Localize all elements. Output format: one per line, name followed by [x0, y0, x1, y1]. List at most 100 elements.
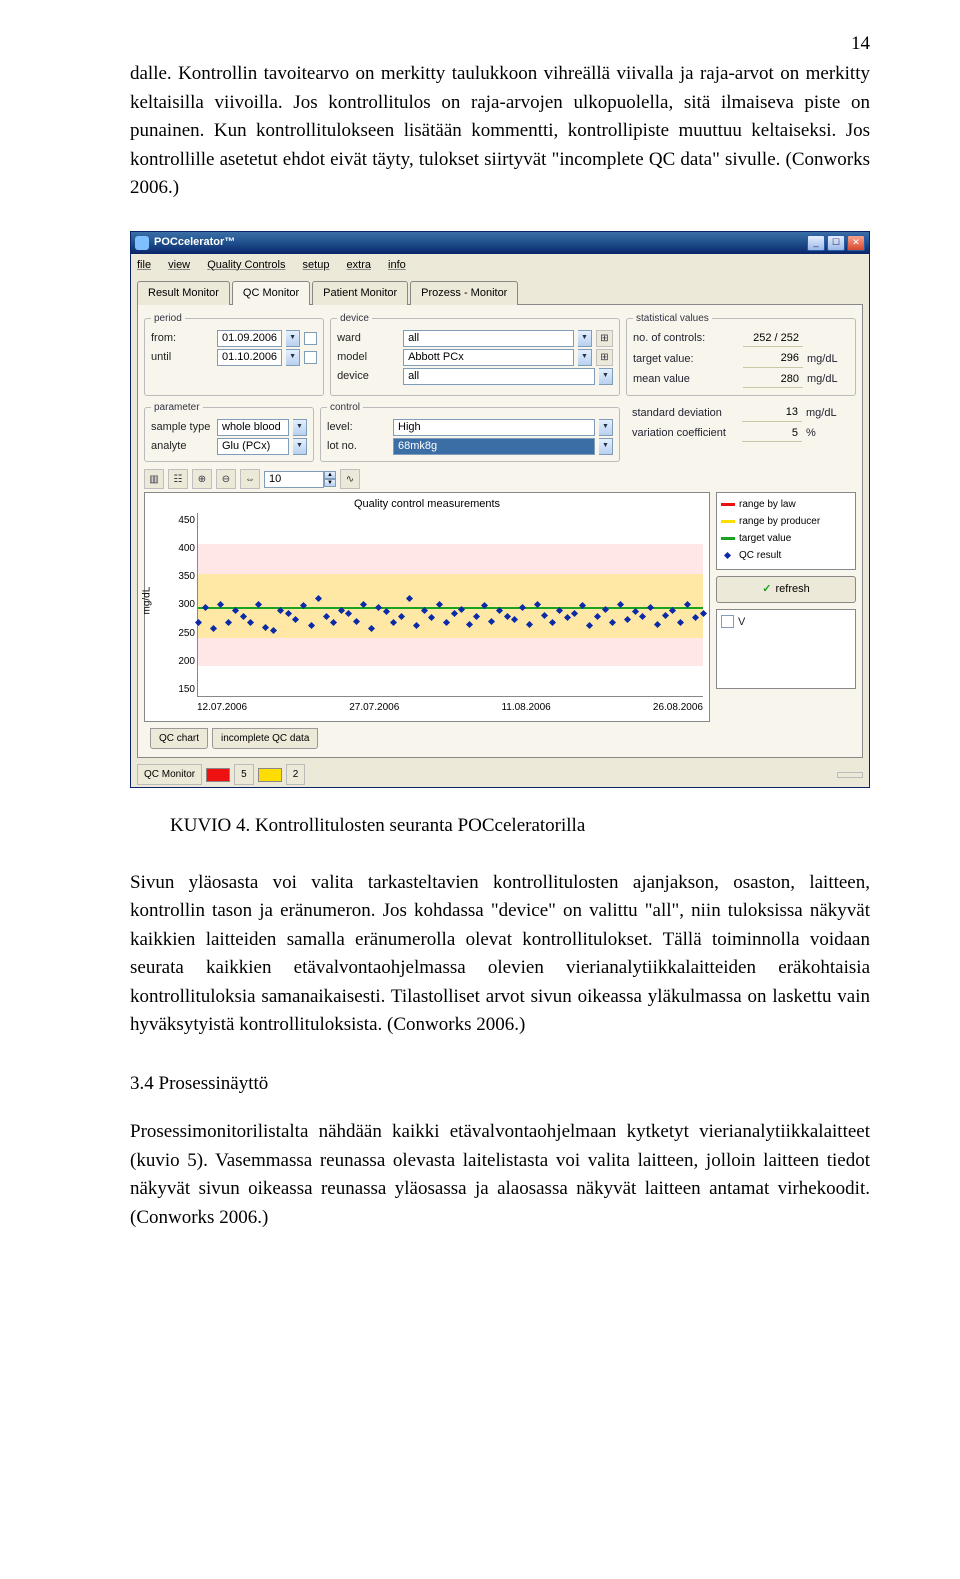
y-axis-label: mg/dL [140, 587, 155, 615]
device-dropdown-icon[interactable]: ▼ [599, 368, 613, 385]
sample-dropdown-icon[interactable]: ▼ [293, 419, 307, 436]
spinner-down-icon[interactable]: ▼ [324, 479, 336, 487]
sd-label: standard deviation [632, 405, 742, 422]
status-label: QC Monitor [137, 764, 202, 785]
sample-select[interactable]: whole blood [217, 419, 289, 436]
sd-unit: mg/dL [806, 405, 837, 422]
ward-label: ward [337, 330, 399, 347]
legend-swatch-law [721, 503, 735, 506]
device-label: device [337, 368, 399, 385]
device-select[interactable]: all [403, 368, 595, 385]
until-input[interactable]: 01.10.2006 [217, 349, 282, 366]
checkmark-icon: ✓ [762, 581, 771, 598]
cv-unit: % [806, 425, 816, 442]
status-red-count: 5 [234, 764, 254, 785]
stats2-fieldset: standard deviation13mg/dL variation coef… [626, 400, 856, 462]
menu-file[interactable]: file [137, 259, 151, 271]
level-select[interactable]: High [393, 419, 595, 436]
v-list: V [716, 609, 856, 689]
level-label: level: [327, 419, 389, 436]
tool-zoom-in-icon[interactable]: ⊕ [192, 469, 212, 489]
tab-prozess-monitor[interactable]: Prozess - Monitor [410, 281, 518, 305]
sample-label: sample type [151, 419, 213, 436]
status-tray [837, 772, 863, 778]
mean-unit: mg/dL [807, 371, 838, 388]
model-dropdown-icon[interactable]: ▼ [578, 349, 592, 366]
page-number: 14 [851, 30, 870, 59]
count-label: no. of controls: [633, 330, 743, 347]
lot-dropdown-icon[interactable]: ▼ [599, 438, 613, 455]
tool-chart-icon[interactable]: ▥ [144, 469, 164, 489]
model-label: model [337, 349, 399, 366]
tool-zoom-out-icon[interactable]: ⊖ [216, 469, 236, 489]
tab-result-monitor[interactable]: Result Monitor [137, 281, 230, 305]
tool-table-icon[interactable]: ☷ [168, 469, 188, 489]
ward-tree-icon[interactable]: ⊞ [596, 330, 613, 347]
x-axis-ticks: 12.07.200627.07.200611.08.200626.08.2006 [197, 700, 703, 715]
menubar: file view Quality Controls setup extra i… [131, 254, 869, 277]
ward-dropdown-icon[interactable]: ▼ [578, 330, 592, 347]
analyte-select[interactable]: Glu (PCx) [217, 438, 289, 455]
menu-extra[interactable]: extra [347, 259, 371, 271]
tab-content: period from: 01.09.2006▼ until 01.10.200… [137, 304, 863, 759]
lot-select[interactable]: 68mk8g [393, 438, 595, 455]
figure-caption: KUVIO 4. Kontrollitulosten seuranta POCc… [130, 812, 870, 841]
close-button[interactable]: ✕ [847, 235, 865, 251]
status-yellow-count: 2 [286, 764, 306, 785]
until-checkbox[interactable] [304, 351, 317, 364]
btab-incomplete[interactable]: incomplete QC data [212, 728, 318, 749]
lot-label: lot no. [327, 438, 389, 455]
level-dropdown-icon[interactable]: ▼ [599, 419, 613, 436]
qc-chart: Quality control measurements mg/dL 45040… [144, 492, 710, 722]
status-red-swatch [206, 768, 230, 782]
target-label: target value: [633, 351, 743, 368]
period-fieldset: period from: 01.09.2006▼ until 01.10.200… [144, 311, 324, 397]
tool-fit-icon[interactable]: ⇔ [240, 469, 260, 489]
from-dropdown-icon[interactable]: ▼ [286, 330, 300, 347]
legend-swatch-target [721, 537, 735, 540]
btab-qc-chart[interactable]: QC chart [150, 728, 208, 749]
legend-qc: QC result [739, 548, 781, 563]
window-title: POCcelerator™ [154, 234, 805, 251]
tab-qc-monitor[interactable]: QC Monitor [232, 281, 310, 305]
menu-info[interactable]: info [388, 259, 406, 271]
legend-box: range by law range by producer target va… [716, 492, 856, 570]
period-legend: period [151, 311, 185, 326]
analyte-dropdown-icon[interactable]: ▼ [293, 438, 307, 455]
until-dropdown-icon[interactable]: ▼ [286, 349, 300, 366]
control-fieldset: control level:High▼ lot no.68mk8g▼ [320, 400, 620, 462]
legend-producer: range by producer [739, 514, 820, 529]
model-tree-icon[interactable]: ⊞ [596, 349, 613, 366]
ward-select[interactable]: all [403, 330, 574, 347]
menu-quality-controls[interactable]: Quality Controls [207, 259, 285, 271]
tool-spinner[interactable]: 10▲▼ [264, 471, 336, 488]
analyte-label: analyte [151, 438, 213, 455]
plot-area [197, 513, 703, 697]
sd-value: 13 [742, 404, 802, 422]
status-yellow-swatch [258, 768, 282, 782]
spinner-up-icon[interactable]: ▲ [324, 471, 336, 479]
cv-value: 5 [742, 425, 802, 443]
menu-view[interactable]: view [168, 259, 190, 271]
app-icon [135, 236, 149, 250]
status-bar: QC Monitor 5 2 [131, 762, 869, 787]
from-input[interactable]: 01.09.2006 [217, 330, 282, 347]
heading-3-4: 3.4 Prosessinäyttö [130, 1070, 870, 1099]
v-checkbox[interactable] [721, 615, 734, 628]
until-label: until [151, 349, 213, 366]
cv-label: variation coefficient [632, 425, 742, 442]
model-select[interactable]: Abbott PCx [403, 349, 574, 366]
minimize-button[interactable]: _ [807, 235, 825, 251]
y-axis-ticks: 450400350300250200150 [167, 513, 195, 697]
refresh-button[interactable]: ✓refresh [716, 576, 856, 603]
parameter-fieldset: parameter sample typewhole blood▼ analyt… [144, 400, 314, 462]
menu-setup[interactable]: setup [303, 259, 330, 271]
tool-graph-icon[interactable]: ∿ [340, 469, 360, 489]
from-checkbox[interactable] [304, 332, 317, 345]
mean-value: 280 [743, 371, 803, 389]
from-label: from: [151, 330, 213, 347]
legend-swatch-producer [721, 520, 735, 523]
maximize-button[interactable]: ☐ [827, 235, 845, 251]
tab-patient-monitor[interactable]: Patient Monitor [312, 281, 408, 305]
chart-title: Quality control measurements [145, 496, 709, 513]
